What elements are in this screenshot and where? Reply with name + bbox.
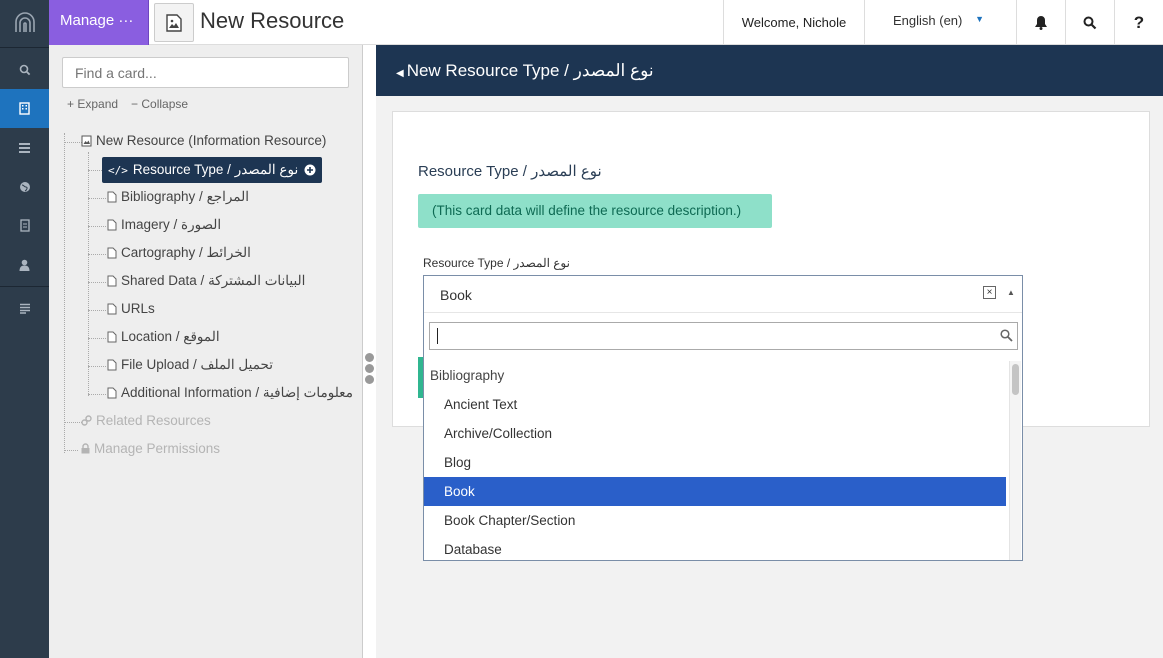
option-database[interactable]: Database: [424, 535, 1007, 560]
top-bar: Manage ··· New Resource Welcome, Nichole…: [49, 0, 1163, 45]
link-icon: [81, 415, 92, 426]
app-window: Manage ··· New Resource Welcome, Nichole…: [0, 0, 1163, 658]
nav-rail: [0, 0, 49, 658]
dropdown-options: Bibliography Ancient Text Archive/Collec…: [424, 361, 1007, 560]
card-header-title: New Resource Type / نوع المصدر: [406, 61, 654, 80]
caret-down-icon: ▼: [975, 14, 984, 24]
tree-item-imagery[interactable]: Imagery / الصورة: [107, 217, 221, 233]
tree-related-resources[interactable]: Related Resources: [81, 413, 211, 428]
scroll-thumb[interactable]: [1012, 364, 1019, 395]
resize-handle[interactable]: [365, 353, 375, 386]
tree-item-label: Location / الموقع: [121, 329, 220, 344]
option-group-bibliography: Bibliography: [430, 368, 505, 383]
manage-menu-button[interactable]: Manage ···: [49, 0, 149, 45]
tree-item-label: Additional Information / معلومات إضافية: [121, 385, 353, 400]
file-icon: [107, 247, 117, 259]
dropdown-scrollbar[interactable]: [1009, 361, 1021, 560]
tree-item-location[interactable]: Location / الموقع: [107, 329, 220, 345]
search-icon[interactable]: [0, 50, 49, 89]
clear-icon[interactable]: ×: [983, 286, 996, 299]
tree-item-label: File Upload / تحميل الملف: [121, 357, 273, 372]
tree-item-cartography[interactable]: Cartography / الخرائط: [107, 245, 251, 261]
file-icon: [107, 275, 117, 287]
option-book-chapter-section[interactable]: Book Chapter/Section: [424, 506, 1007, 535]
file-icon: [107, 331, 117, 343]
stack-icon[interactable]: [0, 128, 49, 167]
tree-item-urls[interactable]: URLs: [107, 301, 155, 316]
language-select[interactable]: English (en) ▼: [864, 0, 1016, 45]
tree-item-additional-information[interactable]: Additional Information / معلومات إضافية: [107, 385, 353, 401]
related-label: Related Resources: [96, 413, 211, 428]
tree-item-shared-data[interactable]: Shared Data / البيانات المشتركة: [107, 273, 305, 289]
option-book[interactable]: Book: [424, 477, 1006, 506]
tree-item-label: Imagery / الصورة: [121, 217, 222, 232]
expand-button[interactable]: + Expand: [67, 97, 118, 111]
card-tree-panel: + Expand − Collapse New Resource (Inform…: [49, 45, 363, 658]
find-card-input[interactable]: [62, 57, 349, 88]
file-icon: [107, 303, 117, 314]
option-archive-collection[interactable]: Archive/Collection: [424, 419, 1007, 448]
language-label: English (en): [893, 13, 963, 28]
manage-dots: ···: [118, 12, 134, 29]
info-banner: (This card data will define the resource…: [418, 194, 772, 228]
search-icon[interactable]: [1065, 0, 1114, 45]
list-icon[interactable]: [0, 289, 49, 328]
field-label: Resource Type / نوع المصدر: [423, 256, 570, 270]
file-icon: [107, 219, 117, 231]
page-title: New Resource: [200, 8, 345, 33]
clipboard-icon[interactable]: [0, 206, 49, 245]
selected-value: Book: [440, 287, 472, 303]
tree-item-label: Shared Data / البيانات المشتركة: [121, 273, 306, 288]
tree-manage-permissions[interactable]: Manage Permissions: [81, 441, 220, 456]
card-header: ◀ New Resource Type / نوع المصدر: [376, 45, 1163, 96]
option-ancient-text[interactable]: Ancient Text: [424, 390, 1007, 419]
permissions-label: Manage Permissions: [94, 441, 221, 456]
tree-item-label: Resource Type / نوع المصدر: [132, 162, 299, 177]
tree-root-label: New Resource (Information Resource): [96, 133, 327, 148]
card-title: Resource Type / نوع المصدر: [418, 163, 602, 180]
file-icon: [107, 387, 117, 399]
collapse-label: Collapse: [141, 97, 189, 111]
user-icon[interactable]: [0, 245, 49, 284]
collapse-button[interactable]: − Collapse: [131, 97, 188, 111]
minus-icon: −: [131, 97, 139, 111]
file-icon: [107, 191, 117, 203]
plus-icon: +: [67, 97, 75, 111]
file-icon: [107, 359, 117, 371]
manage-label: Manage: [60, 12, 115, 29]
lock-icon: [81, 443, 90, 454]
tree-root[interactable]: New Resource (Information Resource): [81, 133, 326, 148]
caret-up-icon[interactable]: ▲: [1007, 288, 1015, 297]
welcome-user[interactable]: Welcome, Nichole: [723, 0, 864, 45]
tree-item-file-upload[interactable]: File Upload / تحميل الملف: [107, 357, 273, 373]
tree-item-label: URLs: [121, 301, 155, 316]
help-icon[interactable]: ?: [1114, 0, 1163, 45]
expand-label: Expand: [77, 97, 119, 111]
search-icon: [1000, 329, 1013, 342]
globe-icon[interactable]: [0, 167, 49, 206]
resource-type-select[interactable]: Book × ▲ Bibliography Ancient Text Archi…: [423, 275, 1023, 561]
tree-item-resource-type[interactable]: </> Resource Type / نوع المصدر: [102, 157, 323, 183]
building-icon[interactable]: [0, 89, 49, 128]
image-icon: [154, 3, 194, 42]
add-circle-icon[interactable]: [304, 164, 316, 176]
bell-icon[interactable]: [1016, 0, 1065, 45]
caret-left-icon[interactable]: ◀: [396, 68, 404, 79]
tree-item-label: Cartography / الخرائط: [121, 245, 251, 260]
tree-item-bibliography[interactable]: Bibliography / المراجع: [107, 189, 249, 205]
dropdown-search-input[interactable]: [429, 322, 1018, 350]
arches-logo-icon[interactable]: [0, 0, 49, 45]
tree-item-label: Bibliography / المراجع: [121, 189, 249, 204]
code-icon: </>: [108, 163, 128, 177]
option-blog[interactable]: Blog: [424, 448, 1007, 477]
